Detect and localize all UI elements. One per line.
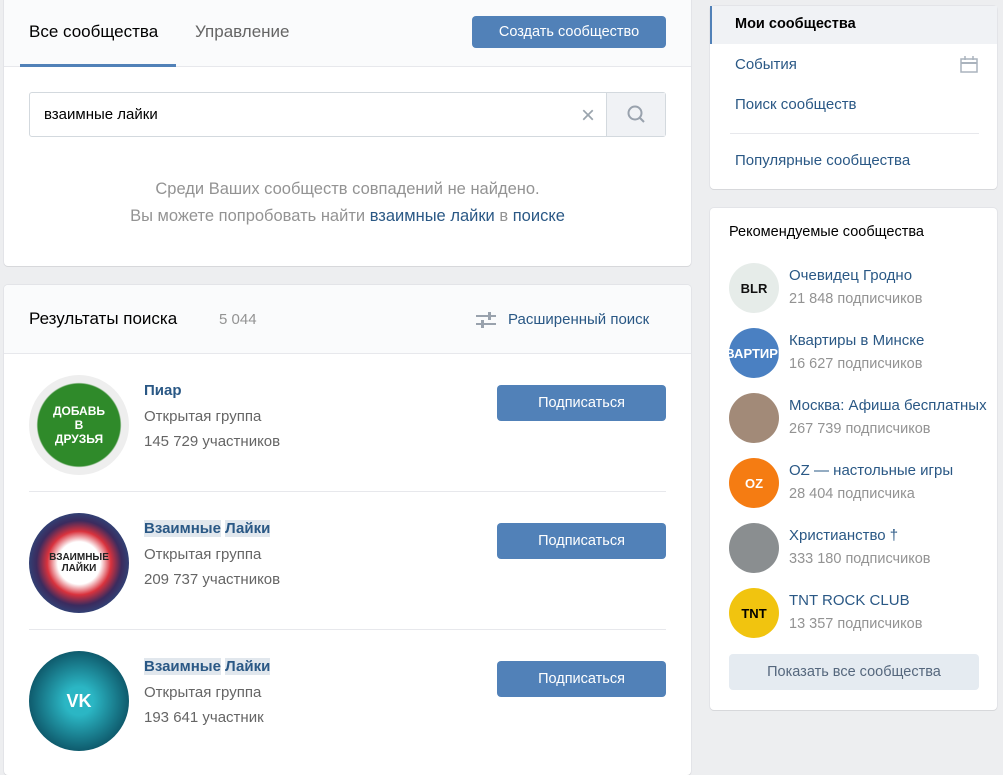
clear-icon[interactable]: × xyxy=(581,102,595,130)
community-name[interactable]: OZ — настольные игры xyxy=(789,462,989,479)
menu-item-events[interactable]: События xyxy=(735,56,797,73)
tabs-bar: Все сообщества Управление Создать сообще… xyxy=(4,0,691,67)
search-input[interactable]: взаимные лайки × xyxy=(29,92,666,137)
filter-icon[interactable] xyxy=(476,312,496,328)
search-results-card: Результаты поиска 5 044 Расширенный поис… xyxy=(4,285,691,775)
community-avatar[interactable] xyxy=(729,523,779,573)
name-highlight: Взаимные xyxy=(144,520,221,537)
subscriber-count: 13 357 подписчиков xyxy=(789,616,923,632)
menu-divider xyxy=(730,133,979,134)
recommended-item[interactable]: КВАРТИРЫ Квартиры в Минске 16 627 подпис… xyxy=(717,328,989,378)
search-value: взаимные лайки xyxy=(44,106,158,123)
community-avatar[interactable] xyxy=(729,393,779,443)
name-highlight: Лайки xyxy=(225,520,271,537)
suggestion-in: в xyxy=(499,207,509,225)
community-type: Открытая группа xyxy=(144,408,262,425)
community-type: Открытая группа xyxy=(144,684,262,701)
result-row: VK Взаимные Лайки Открытая группа 193 64… xyxy=(29,630,666,768)
community-avatar[interactable]: BLR xyxy=(729,263,779,313)
show-all-communities-button[interactable]: Показать все сообщества xyxy=(729,654,979,690)
recommended-item[interactable]: Москва: Афиша бесплатных 267 739 подписч… xyxy=(729,393,989,443)
community-name[interactable]: Квартиры в Минске xyxy=(789,332,989,349)
community-name[interactable]: Взаимные Лайки xyxy=(144,520,271,537)
global-search-link[interactable]: поиске xyxy=(513,207,565,225)
recommended-item[interactable]: TNT TNT ROCK CLUB 13 357 подписчиков xyxy=(729,588,989,638)
subscriber-count: 28 404 подписчика xyxy=(789,486,915,502)
advanced-search-link[interactable]: Расширенный поиск xyxy=(508,311,649,328)
name-highlight: Лайки xyxy=(225,658,271,675)
community-members: 193 641 участник xyxy=(144,709,264,726)
community-avatar[interactable]: КВАРТИРЫ xyxy=(717,328,791,378)
community-name[interactable]: TNT ROCK CLUB xyxy=(789,592,989,609)
community-type: Открытая группа xyxy=(144,546,262,563)
tab-manage[interactable]: Управление xyxy=(195,22,290,42)
community-avatar[interactable]: OZ xyxy=(729,458,779,508)
query-link[interactable]: взаимные лайки xyxy=(370,207,495,225)
search-icon xyxy=(627,105,645,123)
menu-item-search-communities[interactable]: Поиск сообществ xyxy=(735,96,857,113)
community-avatar[interactable]: VK xyxy=(29,651,129,751)
results-count: 5 044 xyxy=(219,311,257,328)
community-name[interactable]: Пиар xyxy=(144,382,182,399)
community-name[interactable]: Взаимные Лайки xyxy=(144,658,271,675)
create-community-button[interactable]: Создать сообщество xyxy=(472,16,666,48)
empty-suggestion: Вы можете попробовать найти взаимные лай… xyxy=(4,207,691,226)
subscriber-count: 16 627 подписчиков xyxy=(789,356,923,372)
subscribe-button[interactable]: Подписаться xyxy=(497,661,666,697)
subscriber-count: 333 180 подписчиков xyxy=(789,551,931,567)
side-menu: Мои сообщества События Поиск сообществ П… xyxy=(710,6,997,189)
menu-item-my-communities[interactable]: Мои сообщества xyxy=(735,16,856,32)
name-highlight: Взаимные xyxy=(144,658,221,675)
tab-all-communities[interactable]: Все сообщества xyxy=(29,22,158,42)
subscriber-count: 21 848 подписчиков xyxy=(789,291,923,307)
suggestion-text: Вы можете попробовать найти xyxy=(130,207,366,225)
recommended-item[interactable]: Христианство † 333 180 подписчиков xyxy=(729,523,989,573)
results-title: Результаты поиска xyxy=(29,309,178,328)
community-avatar[interactable]: ВЗАИМНЫЕ ЛАЙКИ xyxy=(29,513,129,613)
subscribe-button[interactable]: Подписаться xyxy=(497,523,666,559)
search-button[interactable] xyxy=(606,93,665,136)
recommended-title: Рекомендуемые сообщества xyxy=(729,224,924,240)
community-name[interactable]: Очевидец Гродно xyxy=(789,267,989,284)
community-members: 145 729 участников xyxy=(144,433,281,450)
result-row: ДОБАВЬ В ДРУЗЬЯ Пиар Открытая группа 145… xyxy=(29,354,666,492)
recommended-card: Рекомендуемые сообщества BLR Очевидец Гр… xyxy=(710,208,997,710)
community-name[interactable]: Христианство † xyxy=(789,527,989,544)
community-avatar[interactable]: TNT xyxy=(729,588,779,638)
subscribe-button[interactable]: Подписаться xyxy=(497,385,666,421)
result-row: ВЗАИМНЫЕ ЛАЙКИ Взаимные Лайки Открытая г… xyxy=(29,492,666,630)
calendar-icon[interactable] xyxy=(960,56,978,73)
empty-message: Среди Ваших сообществ совпадений не найд… xyxy=(155,180,540,198)
community-members: 209 737 участников xyxy=(144,571,281,588)
community-name[interactable]: Москва: Афиша бесплатных xyxy=(789,397,989,414)
menu-item-popular[interactable]: Популярные сообщества xyxy=(735,152,910,169)
recommended-item[interactable]: OZ OZ — настольные игры 28 404 подписчик… xyxy=(729,458,989,508)
subscriber-count: 267 739 подписчиков xyxy=(789,421,931,437)
recommended-item[interactable]: BLR Очевидец Гродно 21 848 подписчиков xyxy=(729,263,989,313)
active-tab-indicator xyxy=(20,64,176,67)
community-avatar[interactable]: ДОБАВЬ В ДРУЗЬЯ xyxy=(29,375,129,475)
communities-card: Все сообщества Управление Создать сообще… xyxy=(4,0,691,266)
